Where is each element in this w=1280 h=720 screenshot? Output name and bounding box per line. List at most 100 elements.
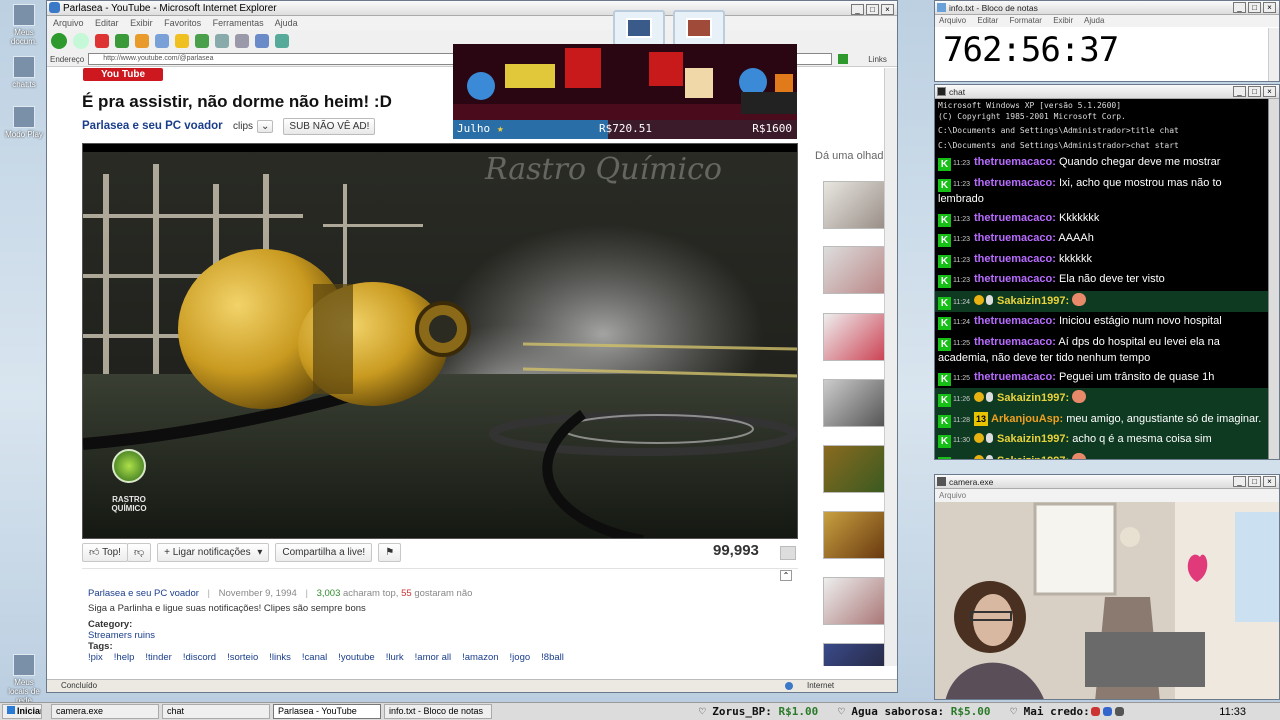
message-username[interactable]: thetruemacaco: (974, 371, 1056, 383)
notepad-content[interactable]: 762:56:37 (935, 27, 1279, 73)
message-username[interactable]: thetruemacaco: (974, 315, 1056, 327)
forward-icon[interactable] (73, 33, 89, 49)
category-link[interactable]: Streamers ruins (82, 630, 798, 641)
stats-icon[interactable] (780, 546, 796, 560)
tag-link[interactable]: !8ball (541, 652, 564, 663)
minimize-button[interactable]: _ (1233, 2, 1246, 13)
tag-link[interactable]: !help (114, 652, 135, 663)
message-username[interactable]: Sakaizin1997: (997, 295, 1069, 307)
related-video-thumb[interactable] (823, 246, 885, 294)
maximize-button[interactable]: □ (1248, 86, 1261, 97)
related-video-thumb[interactable] (823, 313, 885, 361)
message-username[interactable]: Sakaizin1997: (997, 392, 1069, 404)
tag-link[interactable]: !canal (302, 652, 327, 663)
notify-button[interactable]: + Ligar notificações ▾ (157, 543, 270, 562)
go-icon[interactable] (838, 54, 849, 64)
message-username[interactable]: Sakaizin1997: (997, 433, 1069, 445)
message-username[interactable]: thetruemacaco: (974, 336, 1056, 348)
maximize-button[interactable]: □ (1248, 2, 1261, 13)
flag-button[interactable]: ⚑ (378, 543, 402, 562)
minimize-button[interactable]: _ (1233, 476, 1246, 487)
related-video-thumb[interactable] (823, 379, 885, 427)
home-icon[interactable] (135, 34, 149, 48)
tag-link[interactable]: !pix (88, 652, 103, 663)
edit-icon[interactable] (255, 34, 269, 48)
volume-icon[interactable] (1115, 707, 1124, 716)
chat-title-bar[interactable]: chat _ □ × (935, 85, 1279, 99)
notepad-scrollbar[interactable] (1268, 28, 1279, 81)
menu-item-formatar[interactable]: Formatar (1010, 16, 1042, 25)
related-video-thumb[interactable] (823, 181, 885, 229)
menu-item-arquivo[interactable]: Arquivo (939, 16, 966, 25)
close-button[interactable]: × (881, 4, 894, 15)
menu-item-exibir[interactable]: Exibir (1053, 16, 1073, 25)
menu-item-ajuda[interactable]: Ajuda (275, 18, 298, 28)
channel-link[interactable]: Parlasea e seu PC voador (82, 120, 223, 132)
subscribe-button[interactable]: SUB NÃO VÊ AD! (283, 118, 376, 135)
tag-link[interactable]: !youtube (338, 652, 374, 663)
maximize-button[interactable]: □ (1248, 476, 1261, 487)
tag-link[interactable]: !lurk (386, 652, 404, 663)
close-button[interactable]: × (1263, 86, 1276, 97)
camera-title-bar[interactable]: camera.exe _ □ × (935, 475, 1279, 489)
desktop-icon-documents[interactable]: Meus docum. (4, 4, 44, 46)
video-player[interactable]: Rastro Químico RASTRO QUÍMICO (82, 143, 798, 539)
favorites-icon[interactable] (175, 34, 189, 48)
related-video-thumb[interactable] (823, 445, 885, 493)
like-button[interactable]: 👍︎ Top! (82, 543, 128, 562)
menu-item-ferramentas[interactable]: Ferramentas (213, 18, 264, 28)
back-icon[interactable] (51, 33, 67, 49)
messenger-icon[interactable] (275, 34, 289, 48)
tag-link[interactable]: !amor all (415, 652, 451, 663)
taskbar-item-notepad[interactable]: info.txt - Bloco de notas (384, 704, 492, 719)
related-video-thumb[interactable] (823, 511, 885, 559)
print-icon[interactable] (235, 34, 249, 48)
history-icon[interactable] (195, 34, 209, 48)
message-username[interactable]: thetruemacaco: (974, 253, 1056, 265)
menu-item-editar[interactable]: Editar (977, 16, 998, 25)
menu-item-exibir[interactable]: Exibir (130, 18, 153, 28)
youtube-logo[interactable]: You Tube (83, 68, 163, 81)
camera-menu[interactable]: Arquivo (935, 489, 1279, 502)
taskbar-item-camera[interactable]: camera.exe (51, 704, 159, 719)
chevron-down-icon[interactable]: ⌄ (257, 120, 274, 133)
speaker-icon[interactable] (1091, 707, 1100, 716)
minimize-button[interactable]: _ (851, 4, 864, 15)
network-icon[interactable] (1103, 707, 1112, 716)
page-scrollbar[interactable] (884, 68, 897, 666)
message-username[interactable]: Sakaizin1997: (997, 455, 1069, 460)
desktop-icon-network[interactable]: Meus locais de rede (4, 654, 44, 705)
close-button[interactable]: × (1263, 2, 1276, 13)
message-username[interactable]: thetruemacaco: (974, 212, 1056, 224)
minimize-button[interactable]: _ (1233, 86, 1246, 97)
related-video-thumb[interactable] (823, 577, 885, 625)
taskbar-item-youtube[interactable]: Parlasea - YouTube (273, 704, 381, 719)
mail-icon[interactable] (215, 34, 229, 48)
desktop-icon-chat[interactable]: chat.ts (4, 56, 44, 89)
chat-scrollbar[interactable] (1268, 99, 1279, 459)
tag-link[interactable]: !links (269, 652, 291, 663)
menu-item-ajuda[interactable]: Ajuda (1084, 16, 1104, 25)
clock[interactable]: 11:33 (1219, 706, 1246, 718)
message-username[interactable]: thetruemacaco: (974, 177, 1056, 189)
menu-item-arquivo[interactable]: Arquivo (53, 18, 84, 28)
taskbar-item-chat[interactable]: chat (162, 704, 270, 719)
close-button[interactable]: × (1263, 476, 1276, 487)
menu-item-favoritos[interactable]: Favoritos (164, 18, 201, 28)
dislike-button[interactable]: 👎︎ (126, 543, 152, 562)
app-launcher-icon[interactable] (613, 10, 665, 46)
ie-title-bar[interactable]: Parlasea - YouTube - Microsoft Internet … (47, 1, 897, 16)
maximize-button[interactable]: □ (866, 4, 879, 15)
tag-link[interactable]: !amazon (462, 652, 498, 663)
tag-link[interactable]: !sorteio (227, 652, 258, 663)
start-button[interactable]: Iniciar (2, 704, 42, 719)
message-username[interactable]: thetruemacaco: (974, 156, 1056, 168)
message-username[interactable]: thetruemacaco: (974, 232, 1056, 244)
tag-link[interactable]: !discord (183, 652, 216, 663)
message-username[interactable]: ArkanjouAsp: (991, 413, 1063, 425)
menu-item-editar[interactable]: Editar (95, 18, 119, 28)
tag-link[interactable]: !jogo (510, 652, 531, 663)
search-icon[interactable] (155, 34, 169, 48)
notepad-title-bar[interactable]: info.txt - Bloco de notas _ □ × (935, 1, 1279, 15)
links-label[interactable]: Links (868, 55, 887, 64)
